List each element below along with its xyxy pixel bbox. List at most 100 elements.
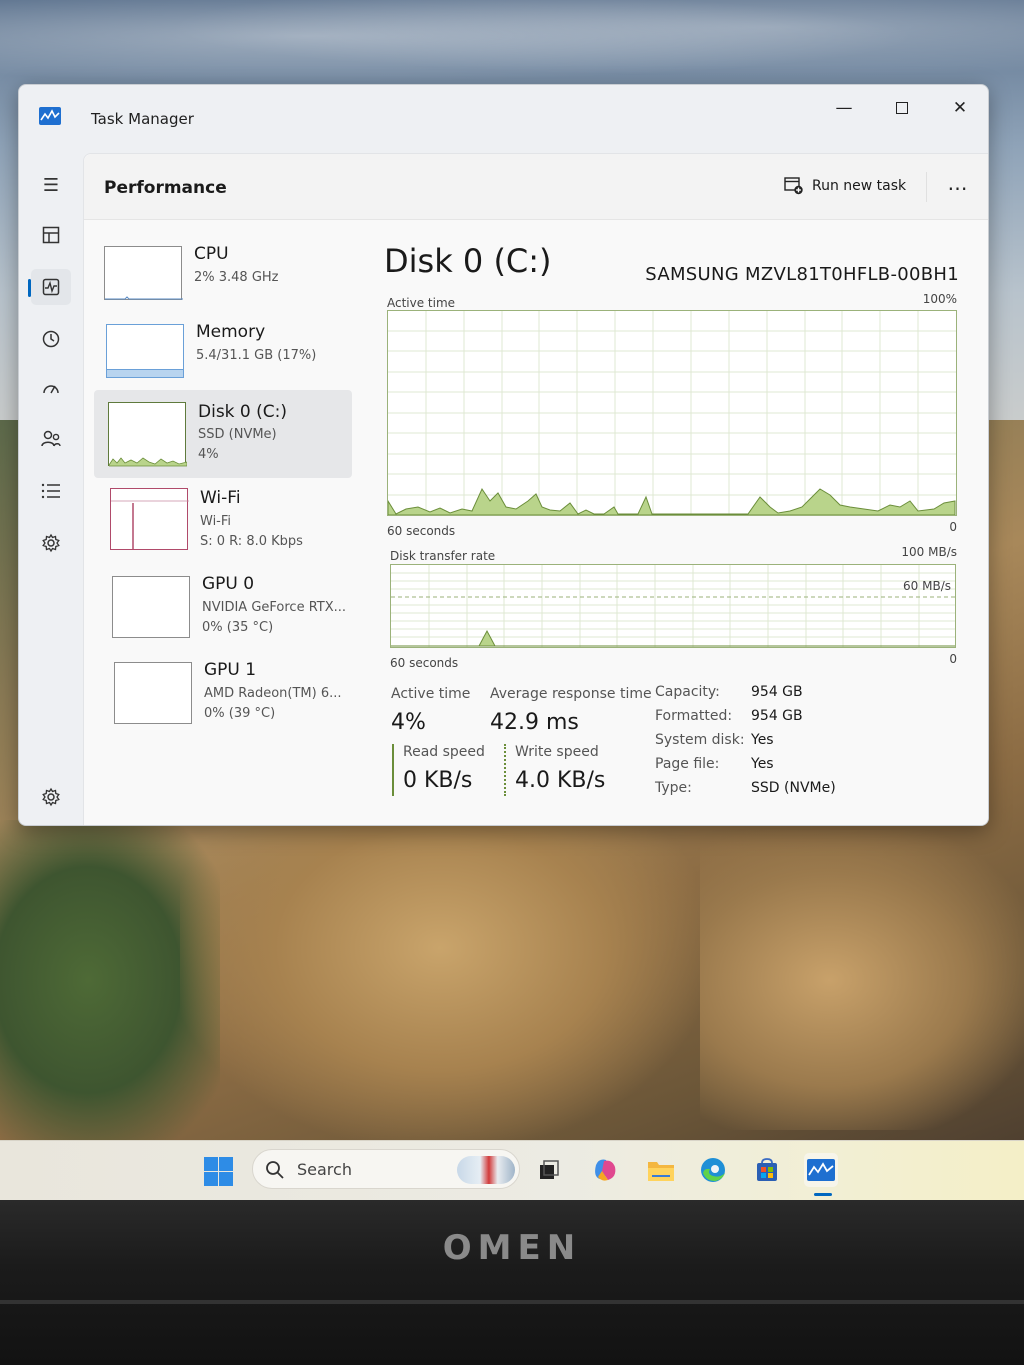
maximize-icon <box>896 102 908 114</box>
device-name: CPU <box>194 244 229 264</box>
transfer-rate-chart-duration: 60 seconds <box>390 656 459 670</box>
transfer-rate-chart-min: 0 <box>949 652 957 666</box>
copilot-icon <box>595 1159 616 1181</box>
taskbar-search-box[interactable]: Search <box>252 1149 520 1189</box>
page-file-value: Yes <box>751 756 774 772</box>
active-time-chart-max: 100% <box>922 292 957 306</box>
edge-browser-button[interactable] <box>696 1153 730 1187</box>
write-speed-marker <box>504 744 506 796</box>
task-manager-app-icon <box>39 107 61 125</box>
hamburger-menu-button[interactable]: ☰ <box>31 167 71 203</box>
system-disk-value: Yes <box>751 732 774 748</box>
more-options-button[interactable]: … <box>938 168 978 198</box>
task-manager-taskbar-button[interactable] <box>804 1153 838 1187</box>
run-new-task-label: Run new task <box>812 178 907 194</box>
nav-app-history[interactable] <box>31 321 71 357</box>
header-separator <box>926 172 927 202</box>
write-speed-label: Write speed <box>515 744 599 760</box>
task-manager-icon <box>807 1159 835 1181</box>
transfer-rate-chart: 60 MB/s <box>390 564 956 648</box>
active-time-value: 4% <box>391 710 426 735</box>
device-detail: AMD Radeon(TM) 6... <box>204 686 342 701</box>
disk-detail-panel: Disk 0 (C:) SAMSUNG MZVL81T0HFLB-00BH1 A… <box>384 234 979 824</box>
nav-details[interactable] <box>31 473 71 509</box>
device-wifi[interactable]: Wi-Fi Wi-Fi S: 0 R: 8.0 Kbps <box>94 482 352 568</box>
speedometer-icon <box>43 385 59 394</box>
laptop-bezel <box>0 1200 1024 1365</box>
close-button[interactable]: ✕ <box>935 93 985 123</box>
title-bar[interactable]: Task Manager — ✕ <box>19 85 988 153</box>
disk-title: Disk 0 (C:) <box>384 242 552 280</box>
device-gpu-1[interactable]: GPU 1 AMD Radeon(TM) 6... 0% (39 °C) <box>94 654 352 740</box>
bezel-edge <box>0 1300 1024 1304</box>
users-icon <box>41 430 61 447</box>
run-task-icon <box>784 177 804 195</box>
start-button[interactable] <box>202 1155 234 1187</box>
active-time-chart <box>387 310 957 516</box>
device-name: GPU 0 <box>202 574 255 594</box>
disk-model: SAMSUNG MZVL81T0HFLB-00BH1 <box>645 264 959 285</box>
formatted-value: 954 GB <box>751 708 803 724</box>
active-time-chart-duration: 60 seconds <box>387 524 456 538</box>
active-time-label: Active time <box>391 686 471 702</box>
desktop-wallpaper-rock <box>180 820 700 1140</box>
write-speed-value: 4.0 KB/s <box>515 768 606 793</box>
minimize-button[interactable]: — <box>819 93 869 123</box>
capacity-label: Capacity: <box>655 684 720 700</box>
window-title: Task Manager <box>91 110 194 128</box>
processes-icon <box>42 226 60 244</box>
device-name: Memory <box>196 322 266 342</box>
navigation-rail: ☰ <box>19 153 83 825</box>
formatted-label: Formatted: <box>655 708 733 724</box>
nav-services[interactable] <box>31 525 71 561</box>
search-icon <box>266 1161 284 1179</box>
nav-users[interactable] <box>31 421 71 457</box>
run-new-task-button[interactable]: Run new task <box>784 172 906 200</box>
task-view-button[interactable] <box>532 1153 566 1187</box>
page-header: Performance Run new task … <box>84 154 988 220</box>
read-speed-marker <box>392 744 394 796</box>
device-detail: 2% 3.48 GHz <box>194 270 279 285</box>
desktop-wallpaper-rock <box>700 830 1024 1130</box>
transfer-rate-chart-max: 100 MB/s <box>901 545 957 559</box>
search-highlight-image <box>457 1156 515 1184</box>
edge-icon <box>701 1158 725 1182</box>
device-usage: 0% (39 °C) <box>204 706 276 721</box>
nav-startup-apps[interactable] <box>31 371 71 407</box>
settings-gear-icon <box>42 787 60 807</box>
performance-device-list: CPU 2% 3.48 GHz Memory 5.4/31.1 GB (17%)… <box>94 234 356 814</box>
laptop-brand-logo: OMEN <box>442 1228 582 1268</box>
list-icon <box>41 483 60 499</box>
copilot-button[interactable] <box>588 1153 622 1187</box>
device-detail: NVIDIA GeForce RTX... <box>202 600 347 615</box>
gpu1-thumbnail-graph <box>114 662 192 724</box>
device-cpu[interactable]: CPU 2% 3.48 GHz <box>94 238 352 324</box>
page-file-label: Page file: <box>655 756 720 772</box>
running-app-indicator <box>814 1193 832 1196</box>
active-time-graph <box>388 311 956 515</box>
device-detail: SSD (NVMe) <box>198 427 277 442</box>
history-icon <box>42 330 60 348</box>
device-usage: 0% (35 °C) <box>202 620 274 635</box>
nav-settings[interactable] <box>31 779 71 815</box>
microsoft-store-button[interactable] <box>750 1153 784 1187</box>
active-time-chart-label: Active time <box>387 296 456 310</box>
cpu-thumbnail-graph <box>104 246 183 300</box>
taskbar: Search <box>0 1140 1024 1200</box>
device-throughput: S: 0 R: 8.0 Kbps <box>200 534 303 549</box>
type-label: Type: <box>655 780 692 796</box>
transfer-rate-chart-label: Disk transfer rate <box>390 549 496 563</box>
nav-performance[interactable] <box>31 269 71 305</box>
performance-icon <box>42 278 60 296</box>
device-disk-0[interactable]: Disk 0 (C:) SSD (NVMe) 4% <box>94 390 352 478</box>
nav-processes[interactable] <box>31 217 71 253</box>
wifi-thumbnail-graph <box>110 488 189 550</box>
search-placeholder: Search <box>297 1160 352 1179</box>
device-gpu-0[interactable]: GPU 0 NVIDIA GeForce RTX... 0% (35 °C) <box>94 568 352 654</box>
maximize-button[interactable] <box>877 93 927 123</box>
file-explorer-button[interactable] <box>644 1153 678 1187</box>
capacity-value: 954 GB <box>751 684 803 700</box>
memory-thumbnail-graph <box>106 324 184 378</box>
read-speed-label: Read speed <box>403 744 485 760</box>
device-name: Wi-Fi <box>200 488 241 508</box>
